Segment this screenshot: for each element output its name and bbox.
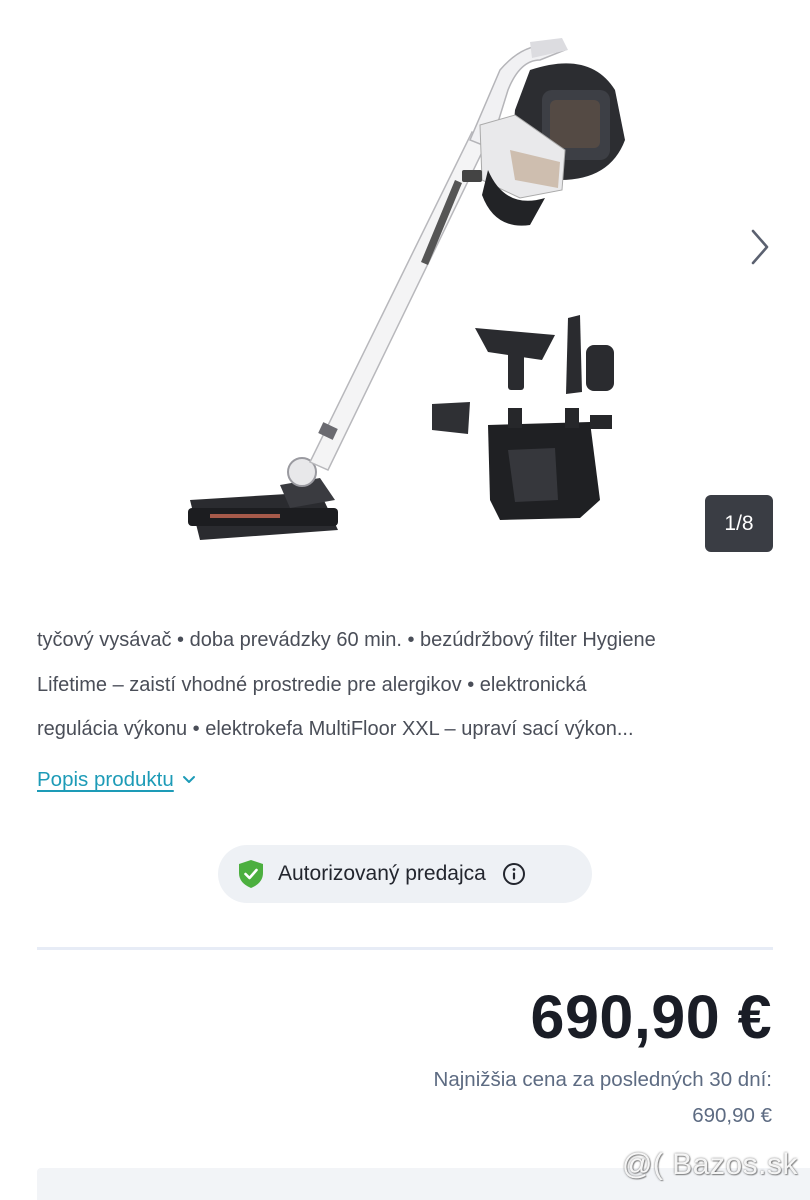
product-gallery[interactable]: 1/8 [0,0,810,590]
info-icon[interactable] [502,862,526,886]
bazos-watermark: @( Bazos.sk [622,1148,798,1181]
accessories-illustration [432,315,614,520]
dealer-badge-label: Autorizovaný predajca [278,862,486,885]
description-line: regulácia výkonu • elektrokefa MultiFloo… [37,718,634,740]
shield-check-icon [239,860,263,888]
authorized-dealer-badge[interactable]: Autorizovaný predajca [218,845,592,903]
product-image [188,38,625,540]
lowest-price-value: 690,90 € [692,1104,772,1127]
gallery-counter: 1/8 [705,495,773,552]
chevron-down-icon [182,776,195,783]
description-line: tyčový vysávač • doba prevádzky 60 min. … [37,629,656,651]
product-description-link-label[interactable]: Popis produktu [37,768,174,792]
description-line: Lifetime – zaistí vhodné prostredie pre … [37,673,587,696]
product-description-link[interactable]: Popis produktu [37,764,196,796]
lowest-price-label: Najnižšia cena za posledných 30 dní: [433,1068,772,1091]
product-description-snippet: tyčový vysávač • doba prevádzky 60 min. … [37,618,777,752]
section-divider [37,947,773,950]
product-price: 690,90 € [530,983,772,1051]
chevron-right-icon[interactable] [745,225,775,269]
